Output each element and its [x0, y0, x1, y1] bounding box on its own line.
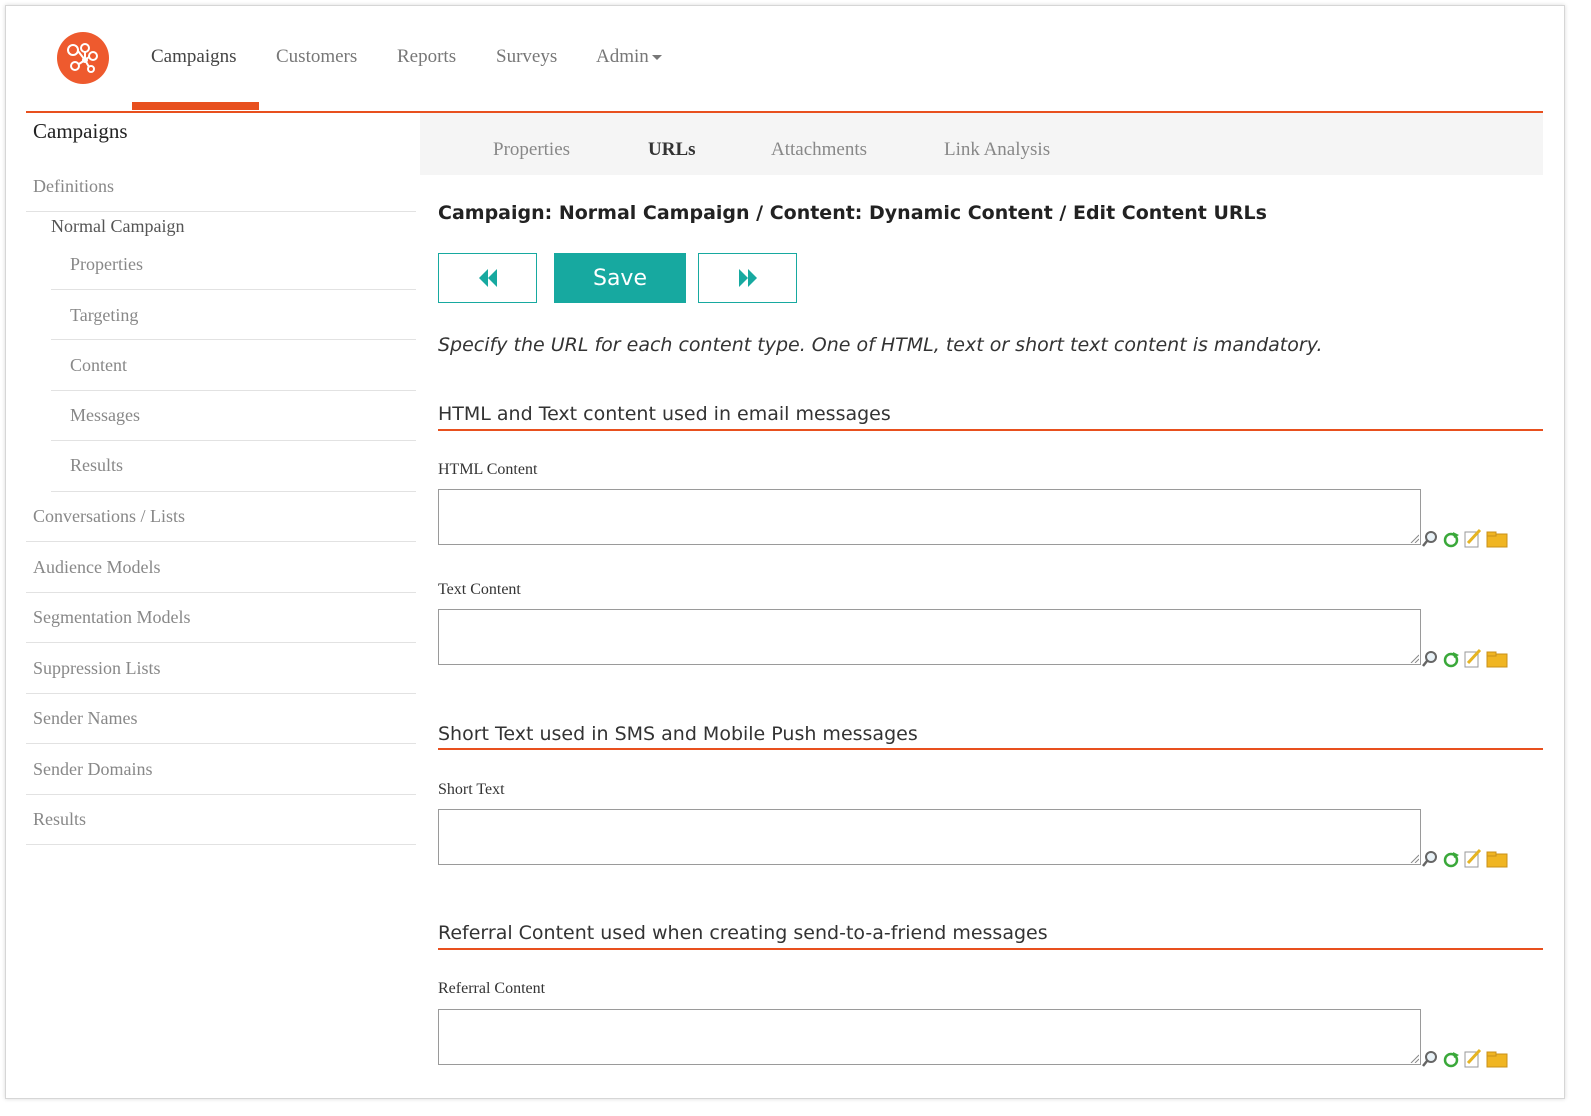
- text-content-field[interactable]: [438, 609, 1421, 665]
- field-label-text-content: Text Content: [438, 581, 521, 598]
- resize-grip-icon[interactable]: [1409, 853, 1419, 863]
- divider: [51, 289, 416, 290]
- edit-icon[interactable]: [1463, 1048, 1483, 1073]
- nav-customers[interactable]: Customers: [276, 46, 357, 68]
- field-label-short-text: Short Text: [438, 781, 505, 798]
- tab-link-analysis[interactable]: Link Analysis: [944, 139, 1050, 161]
- double-chevron-left-icon: [478, 269, 497, 287]
- field-tools: [1421, 528, 1508, 553]
- edit-icon[interactable]: [1463, 848, 1483, 873]
- folder-icon[interactable]: [1486, 530, 1508, 553]
- page-title: Campaign: Normal Campaign / Content: Dyn…: [438, 202, 1267, 224]
- divider: [26, 211, 416, 212]
- divider: [26, 743, 416, 744]
- previous-button[interactable]: [438, 253, 537, 303]
- html-content-field[interactable]: [438, 489, 1421, 545]
- nav-surveys[interactable]: Surveys: [496, 46, 557, 68]
- save-button[interactable]: Save: [554, 253, 686, 303]
- sidebar-item-normal-campaign[interactable]: Normal Campaign: [51, 216, 184, 237]
- sidebar-item-conversations-lists[interactable]: Conversations / Lists: [33, 506, 185, 527]
- divider: [51, 339, 416, 340]
- field-label-referral-content: Referral Content: [438, 980, 546, 997]
- magnifier-icon[interactable]: [1421, 530, 1439, 553]
- divider: [26, 794, 416, 795]
- sidebar-subitem-properties[interactable]: Properties: [70, 254, 143, 275]
- folder-icon[interactable]: [1486, 650, 1508, 673]
- instruction-text: Specify the URL for each content type. O…: [438, 334, 1323, 356]
- refresh-icon[interactable]: [1442, 1050, 1460, 1073]
- divider: [26, 541, 416, 542]
- resize-grip-icon[interactable]: [1409, 653, 1419, 663]
- sidebar-item-audience-models[interactable]: Audience Models: [33, 557, 160, 578]
- divider: [51, 491, 416, 492]
- sidebar-subitem-content[interactable]: Content: [70, 355, 127, 376]
- resize-grip-icon[interactable]: [1409, 1053, 1419, 1063]
- referral-content-field[interactable]: [438, 1009, 1421, 1065]
- sidebar-item-sender-domains[interactable]: Sender Domains: [33, 759, 152, 780]
- divider: [26, 844, 416, 845]
- edit-icon[interactable]: [1463, 528, 1483, 553]
- short-text-field[interactable]: [438, 809, 1421, 865]
- nav-campaigns[interactable]: Campaigns: [151, 46, 237, 68]
- sidebar-subitem-targeting[interactable]: Targeting: [70, 305, 138, 326]
- sidebar-subitem-results[interactable]: Results: [70, 455, 123, 476]
- refresh-icon[interactable]: [1442, 850, 1460, 873]
- section-title-sms: Short Text used in SMS and Mobile Push m…: [438, 723, 918, 745]
- refresh-icon[interactable]: [1442, 530, 1460, 553]
- top-nav: Campaigns Customers Reports Surveys Admi…: [26, 6, 1543, 113]
- folder-icon[interactable]: [1486, 850, 1508, 873]
- section-divider: [438, 748, 1543, 750]
- sidebar-item-definitions[interactable]: Definitions: [33, 176, 114, 197]
- sidebar-subitem-messages[interactable]: Messages: [70, 405, 140, 426]
- magnifier-icon[interactable]: [1421, 650, 1439, 673]
- section-divider: [438, 948, 1543, 950]
- nav-reports[interactable]: Reports: [397, 46, 456, 68]
- field-label-html-content: HTML Content: [438, 461, 538, 478]
- refresh-icon[interactable]: [1442, 650, 1460, 673]
- field-tools: [1421, 848, 1508, 873]
- double-chevron-right-icon: [738, 269, 757, 287]
- sidebar-item-suppression-lists[interactable]: Suppression Lists: [33, 658, 161, 679]
- section-divider: [438, 429, 1543, 431]
- field-tools: [1421, 648, 1508, 673]
- section-title-referral: Referral Content used when creating send…: [438, 922, 1048, 944]
- divider: [51, 440, 416, 441]
- magnifier-icon[interactable]: [1421, 850, 1439, 873]
- sidebar-item-segmentation-models[interactable]: Segmentation Models: [33, 607, 190, 628]
- sidebar-title: Campaigns: [33, 119, 128, 143]
- resize-grip-icon[interactable]: [1409, 533, 1419, 543]
- divider: [26, 642, 416, 643]
- nav-admin[interactable]: Admin: [596, 46, 662, 68]
- nav-admin-label: Admin: [596, 46, 649, 67]
- divider: [26, 592, 416, 593]
- divider: [26, 693, 416, 694]
- content-tabs: Properties URLs Attachments Link Analysi…: [420, 113, 1543, 175]
- network-logo-icon[interactable]: [57, 32, 109, 84]
- tab-attachments[interactable]: Attachments: [771, 139, 867, 161]
- active-nav-indicator: [132, 102, 259, 110]
- sidebar-item-sender-names[interactable]: Sender Names: [33, 708, 137, 729]
- section-title-email: HTML and Text content used in email mess…: [438, 403, 891, 425]
- caret-down-icon: [651, 55, 662, 61]
- divider: [51, 390, 416, 391]
- tab-properties[interactable]: Properties: [493, 139, 570, 161]
- field-tools: [1421, 1048, 1508, 1073]
- tab-urls[interactable]: URLs: [648, 139, 696, 161]
- magnifier-icon[interactable]: [1421, 1050, 1439, 1073]
- sidebar-item-results[interactable]: Results: [33, 809, 86, 830]
- edit-icon[interactable]: [1463, 648, 1483, 673]
- next-button[interactable]: [698, 253, 797, 303]
- folder-icon[interactable]: [1486, 1050, 1508, 1073]
- app-window: Campaigns Customers Reports Surveys Admi…: [5, 5, 1565, 1099]
